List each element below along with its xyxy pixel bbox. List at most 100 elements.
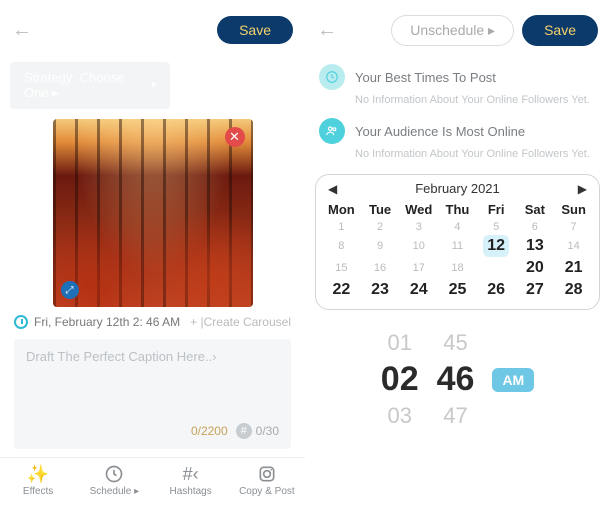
- bottom-toolbar: ✨ Effects Schedule ▸ #‹ Hashtags Copy & …: [0, 457, 305, 503]
- save-button-right[interactable]: Save: [522, 15, 598, 46]
- clock-icon: [14, 315, 28, 329]
- remove-image-button[interactable]: ✕: [225, 127, 245, 147]
- save-button-left[interactable]: Save: [217, 16, 293, 44]
- calendar-day[interactable]: 16: [361, 257, 400, 279]
- best-times-sub: No Information About Your Online Followe…: [305, 94, 610, 114]
- calendar-dow-cell: Wed: [399, 200, 438, 219]
- best-times-title: Your Best Times To Post: [355, 70, 496, 85]
- hour-prev: 01: [387, 330, 411, 356]
- hashtag-icon-tool: #‹: [183, 464, 199, 484]
- people-badge-icon: [319, 118, 345, 144]
- schedule-tool[interactable]: Schedule ▸: [76, 464, 152, 497]
- hour-wheel[interactable]: 01 02 03: [381, 330, 419, 429]
- chevron-down-icon: ▾: [151, 80, 156, 91]
- best-times-row[interactable]: Your Best Times To Post: [305, 60, 610, 94]
- calendar-day[interactable]: 15: [322, 257, 361, 279]
- calendar-day[interactable]: 6: [516, 219, 555, 235]
- schedule-pane: ← Unschedule ▸ Save Your Best Times To P…: [305, 0, 610, 522]
- calendar-day[interactable]: 21: [554, 257, 593, 279]
- calendar-day[interactable]: 10: [399, 235, 438, 257]
- compose-pane: ← Save Strategy: Choose One ▸ ▾ ✕ ⤢ Fri,…: [0, 0, 305, 522]
- back-icon-right[interactable]: ←: [317, 19, 337, 42]
- topbar-actions: Unschedule ▸ Save: [391, 15, 598, 46]
- post-image: ✕ ⤢: [53, 119, 253, 307]
- calendar-day[interactable]: 18: [438, 257, 477, 279]
- calendar-dow-row: MonTueWedThuFriSatSun: [322, 200, 593, 219]
- minute-next: 47: [443, 403, 467, 429]
- audience-title: Your Audience Is Most Online: [355, 124, 525, 139]
- create-carousel-link[interactable]: + |Create Carousel: [190, 315, 291, 329]
- strategy-dropdown[interactable]: Strategy: Choose One ▸ ▾: [10, 62, 170, 109]
- calendar-row: 891011121314: [322, 235, 593, 257]
- calendar-next[interactable]: ▶: [578, 182, 587, 196]
- calendar-day[interactable]: 4: [438, 219, 477, 235]
- calendar-day[interactable]: 28: [554, 279, 593, 301]
- audience-row[interactable]: Your Audience Is Most Online: [305, 114, 610, 148]
- hashtags-tool[interactable]: #‹ Hashtags: [153, 464, 229, 497]
- clock-outline-icon: [104, 464, 124, 484]
- hashtag-counter: # 0/30: [236, 423, 279, 439]
- calendar-day[interactable]: 8: [322, 235, 361, 257]
- effects-label: Effects: [23, 486, 53, 497]
- calendar-day[interactable]: 11: [438, 235, 477, 257]
- calendar-day[interactable]: 25: [438, 279, 477, 301]
- calendar-day[interactable]: 1: [322, 219, 361, 235]
- calendar-month-label: February 2021: [415, 181, 500, 196]
- expand-image-button[interactable]: ⤢: [61, 281, 79, 299]
- right-topbar: ← Unschedule ▸ Save: [305, 0, 610, 60]
- calendar-day[interactable]: 26: [477, 279, 516, 301]
- caption-input[interactable]: Draft The Perfect Caption Here..› 0/2200…: [14, 339, 291, 449]
- calendar-dow-cell: Fri: [477, 200, 516, 219]
- calendar: ◀ February 2021 ▶ MonTueWedThuFriSatSun …: [315, 174, 600, 310]
- calendar-day[interactable]: 3: [399, 219, 438, 235]
- minute-prev: 45: [443, 330, 467, 356]
- wand-icon: ✨: [27, 464, 49, 484]
- ampm-toggle[interactable]: AM: [492, 368, 534, 392]
- effects-tool[interactable]: ✨ Effects: [0, 464, 76, 497]
- calendar-day[interactable]: 13: [516, 235, 555, 257]
- calendar-day[interactable]: 5: [477, 219, 516, 235]
- caption-footer: 0/2200 # 0/30: [26, 423, 279, 439]
- calendar-dow-cell: Tue: [361, 200, 400, 219]
- calendar-day[interactable]: 27: [516, 279, 555, 301]
- clock-badge-icon: [319, 64, 345, 90]
- hour-next: 03: [387, 403, 411, 429]
- calendar-day[interactable]: 9: [361, 235, 400, 257]
- calendar-day[interactable]: 22: [322, 279, 361, 301]
- calendar-prev[interactable]: ◀: [328, 182, 337, 196]
- calendar-day[interactable]: 2: [361, 219, 400, 235]
- calendar-day[interactable]: 20: [516, 257, 555, 279]
- calendar-nav: ◀ February 2021 ▶: [322, 181, 593, 200]
- unschedule-button[interactable]: Unschedule ▸: [391, 15, 514, 46]
- calendar-day[interactable]: 14: [554, 235, 593, 257]
- image-meta-row: Fri, February 12th 2: 46 AM + |Create Ca…: [0, 313, 305, 331]
- calendar-dow-cell: Mon: [322, 200, 361, 219]
- back-icon[interactable]: ←: [12, 19, 32, 42]
- hashtags-label: Hashtags: [170, 486, 212, 497]
- scheduled-time[interactable]: Fri, February 12th 2: 46 AM: [14, 315, 180, 329]
- calendar-day[interactable]: 17: [399, 257, 438, 279]
- calendar-dow-cell: Thu: [438, 200, 477, 219]
- instagram-icon: [257, 464, 277, 484]
- calendar-dow-cell: Sun: [554, 200, 593, 219]
- copy-post-tool[interactable]: Copy & Post: [229, 464, 305, 497]
- calendar-row: 15161718 2021: [322, 257, 593, 279]
- caption-placeholder: Draft The Perfect Caption Here..›: [26, 349, 279, 423]
- calendar-day[interactable]: [477, 257, 516, 279]
- schedule-label: Schedule ▸: [90, 486, 140, 497]
- calendar-day[interactable]: 7: [554, 219, 593, 235]
- calendar-day[interactable]: 23: [361, 279, 400, 301]
- copy-post-label: Copy & Post: [239, 486, 295, 497]
- scheduled-time-text: Fri, February 12th 2: 46 AM: [34, 315, 180, 329]
- left-topbar: ← Save: [0, 0, 305, 60]
- strategy-label: Strategy: Choose One ▸: [24, 70, 151, 101]
- minute-wheel[interactable]: 45 46 47: [437, 330, 475, 429]
- calendar-dow-cell: Sat: [516, 200, 555, 219]
- time-picker: 01 02 03 45 46 47 AM: [305, 330, 610, 429]
- calendar-day[interactable]: 12: [477, 235, 516, 257]
- calendar-day[interactable]: 24: [399, 279, 438, 301]
- hashtag-icon: #: [236, 423, 252, 439]
- audience-sub: No Information About Your Online Followe…: [305, 148, 610, 168]
- hashtag-count-text: 0/30: [256, 424, 279, 438]
- calendar-row: 22232425262728: [322, 279, 593, 301]
